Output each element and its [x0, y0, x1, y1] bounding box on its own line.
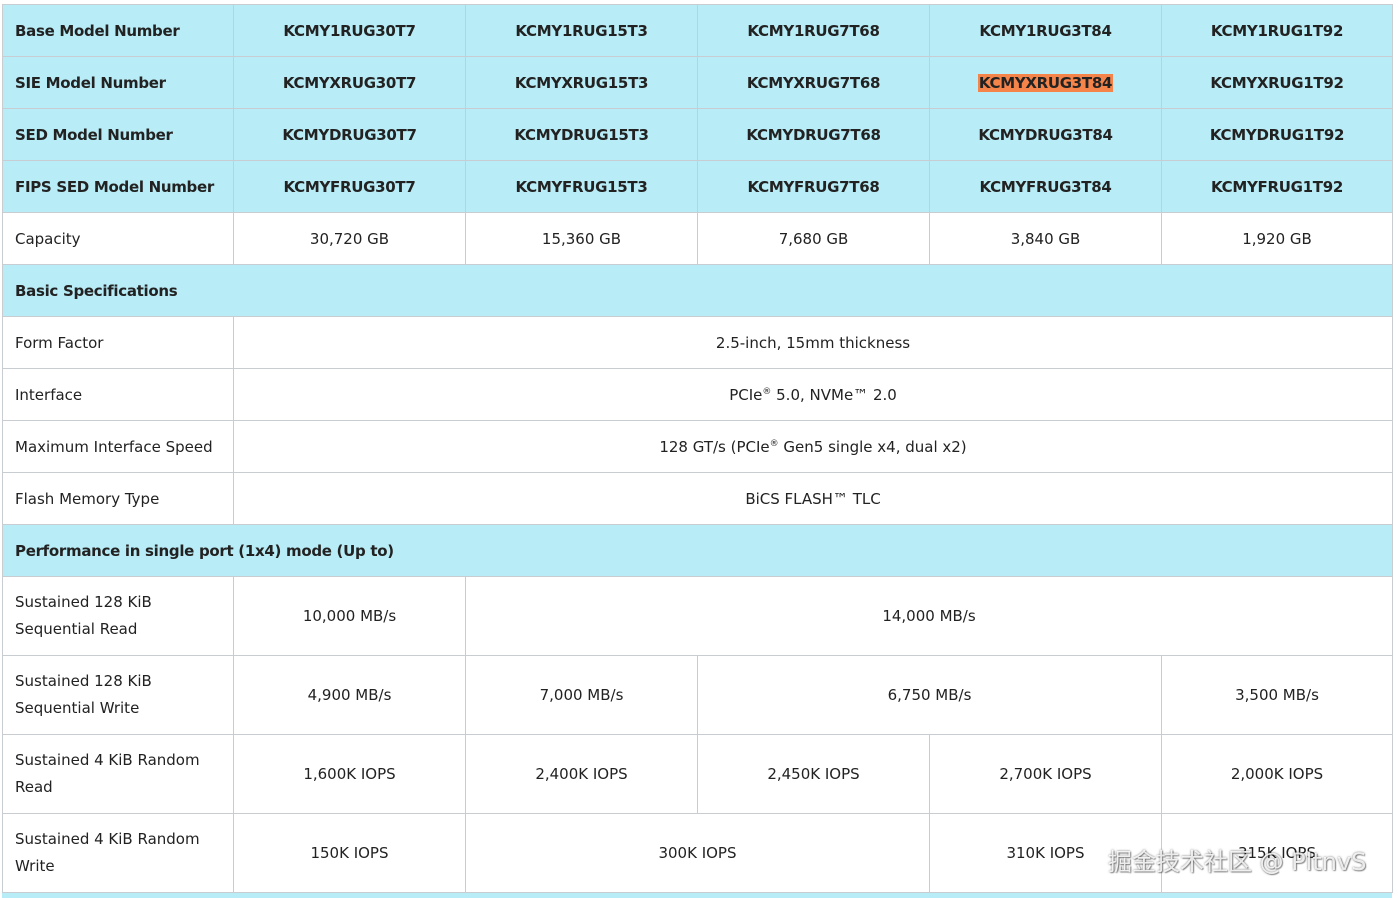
table-cell: KCMYXRUG30T7 — [233, 56, 466, 109]
table-cell: KCMY1RUG1T92 — [1161, 4, 1393, 57]
table-cell: KCMYXRUG15T3 — [465, 56, 698, 109]
spec-table: Base Model Number KCMY1RUG30T7 KCMY1RUG1… — [2, 4, 1393, 893]
table-cell: 7,680 GB — [697, 212, 930, 265]
row-label: SED Model Number — [2, 108, 234, 161]
table-row-fips-model: FIPS SED Model Number KCMYFRUG30T7 KCMYF… — [2, 160, 1393, 213]
row-label: Interface — [2, 368, 234, 421]
table-cell: KCMYFRUG15T3 — [465, 160, 698, 213]
table-cell: 6,750 MB/s — [697, 655, 1162, 735]
table-cell: BiCS FLASH™ TLC — [233, 472, 1393, 525]
table-row-capacity: Capacity 30,720 GB 15,360 GB 7,680 GB 3,… — [2, 212, 1393, 265]
table-cell: 2,000K IOPS — [1161, 734, 1393, 814]
row-label: Sustained 128 KiB Sequential Write — [2, 655, 234, 735]
table-cell: KCMYXRUG7T68 — [697, 56, 930, 109]
row-label: Capacity — [2, 212, 234, 265]
row-label: Base Model Number — [2, 4, 234, 57]
table-row-sie-model: SIE Model Number KCMYXRUG30T7 KCMYXRUG15… — [2, 56, 1393, 109]
table-row-rand-read: Sustained 4 KiB Random Read 1,600K IOPS … — [2, 734, 1393, 814]
table-cell: 150K IOPS — [233, 813, 466, 893]
table-cell: 2.5-inch, 15mm thickness — [233, 316, 1393, 369]
interface-text-b: 5.0, NVMe™ 2.0 — [771, 385, 897, 404]
table-cell: 15,360 GB — [465, 212, 698, 265]
table-cell: 7,000 MB/s — [465, 655, 698, 735]
table-cell: 1,600K IOPS — [233, 734, 466, 814]
table-row-flash-type: Flash Memory Type BiCS FLASH™ TLC — [2, 472, 1393, 525]
table-cell: KCMYDRUG1T92 — [1161, 108, 1393, 161]
registered-mark: ® — [762, 386, 772, 397]
speed-text-b: Gen5 single x4, dual x2) — [778, 437, 967, 456]
table-row-interface: Interface PCIe® 5.0, NVMe™ 2.0 — [2, 368, 1393, 421]
interface-text-a: PCIe — [729, 385, 763, 404]
section-title: Performance in single port (1x4) mode (U… — [2, 524, 1393, 577]
row-label: FIPS SED Model Number — [2, 160, 234, 213]
row-label: SIE Model Number — [2, 56, 234, 109]
table-cell: 128 GT/s (PCIe® Gen5 single x4, dual x2) — [233, 420, 1393, 473]
table-cell: KCMY1RUG15T3 — [465, 4, 698, 57]
row-label: Sustained 4 KiB Random Write — [2, 813, 234, 893]
row-label: Sustained 4 KiB Random Read — [2, 734, 234, 814]
table-cell: KCMYFRUG1T92 — [1161, 160, 1393, 213]
table-cell: PCIe® 5.0, NVMe™ 2.0 — [233, 368, 1393, 421]
table-cell: 3,500 MB/s — [1161, 655, 1393, 735]
table-row-seq-write: Sustained 128 KiB Sequential Write 4,900… — [2, 655, 1393, 735]
row-label: Sustained 128 KiB Sequential Read — [2, 576, 234, 656]
row-label: Flash Memory Type — [2, 472, 234, 525]
table-row-seq-read: Sustained 128 KiB Sequential Read 10,000… — [2, 576, 1393, 656]
table-cell: KCMYDRUG30T7 — [233, 108, 466, 161]
table-cell: KCMYFRUG7T68 — [697, 160, 930, 213]
row-label: Form Factor — [2, 316, 234, 369]
table-cell: KCMY1RUG7T68 — [697, 4, 930, 57]
table-cell: 10,000 MB/s — [233, 576, 466, 656]
section-heading-basic-specs: Basic Specifications — [2, 264, 1393, 317]
table-row-sed-model: SED Model Number KCMYDRUG30T7 KCMYDRUG15… — [2, 108, 1393, 161]
table-row-base-model: Base Model Number KCMY1RUG30T7 KCMY1RUG1… — [2, 4, 1393, 57]
table-cell: 2,450K IOPS — [697, 734, 930, 814]
table-cell: KCMYDRUG7T68 — [697, 108, 930, 161]
section-heading-performance: Performance in single port (1x4) mode (U… — [2, 524, 1393, 577]
section-title: Basic Specifications — [2, 264, 1393, 317]
table-cell: KCMYDRUG3T84 — [929, 108, 1162, 161]
table-cell: 3,840 GB — [929, 212, 1162, 265]
table-row-max-interface-speed: Maximum Interface Speed 128 GT/s (PCIe® … — [2, 420, 1393, 473]
table-cell: 1,920 GB — [1161, 212, 1393, 265]
table-cell: KCMYFRUG30T7 — [233, 160, 466, 213]
table-cell: 2,400K IOPS — [465, 734, 698, 814]
table-cell: 2,700K IOPS — [929, 734, 1162, 814]
table-cell: KCMYDRUG15T3 — [465, 108, 698, 161]
table-cell-highlighted: KCMYXRUG3T84 — [929, 56, 1162, 109]
text-highlight: KCMYXRUG3T84 — [977, 73, 1114, 92]
table-cell: KCMY1RUG3T84 — [929, 4, 1162, 57]
registered-mark: ® — [769, 438, 779, 449]
watermark: 掘金技术社区 @ PltnvS — [1108, 848, 1367, 876]
table-cell: 300K IOPS — [465, 813, 930, 893]
table-cell: KCMYXRUG1T92 — [1161, 56, 1393, 109]
row-label: Maximum Interface Speed — [2, 420, 234, 473]
table-cell: 30,720 GB — [233, 212, 466, 265]
table-cell: 4,900 MB/s — [233, 655, 466, 735]
table-cell: KCMY1RUG30T7 — [233, 4, 466, 57]
table-cell: 14,000 MB/s — [465, 576, 1393, 656]
table-bottom-strip — [2, 893, 1392, 898]
speed-text-a: 128 GT/s (PCIe — [659, 437, 770, 456]
table-row-form-factor: Form Factor 2.5-inch, 15mm thickness — [2, 316, 1393, 369]
table-cell: KCMYFRUG3T84 — [929, 160, 1162, 213]
